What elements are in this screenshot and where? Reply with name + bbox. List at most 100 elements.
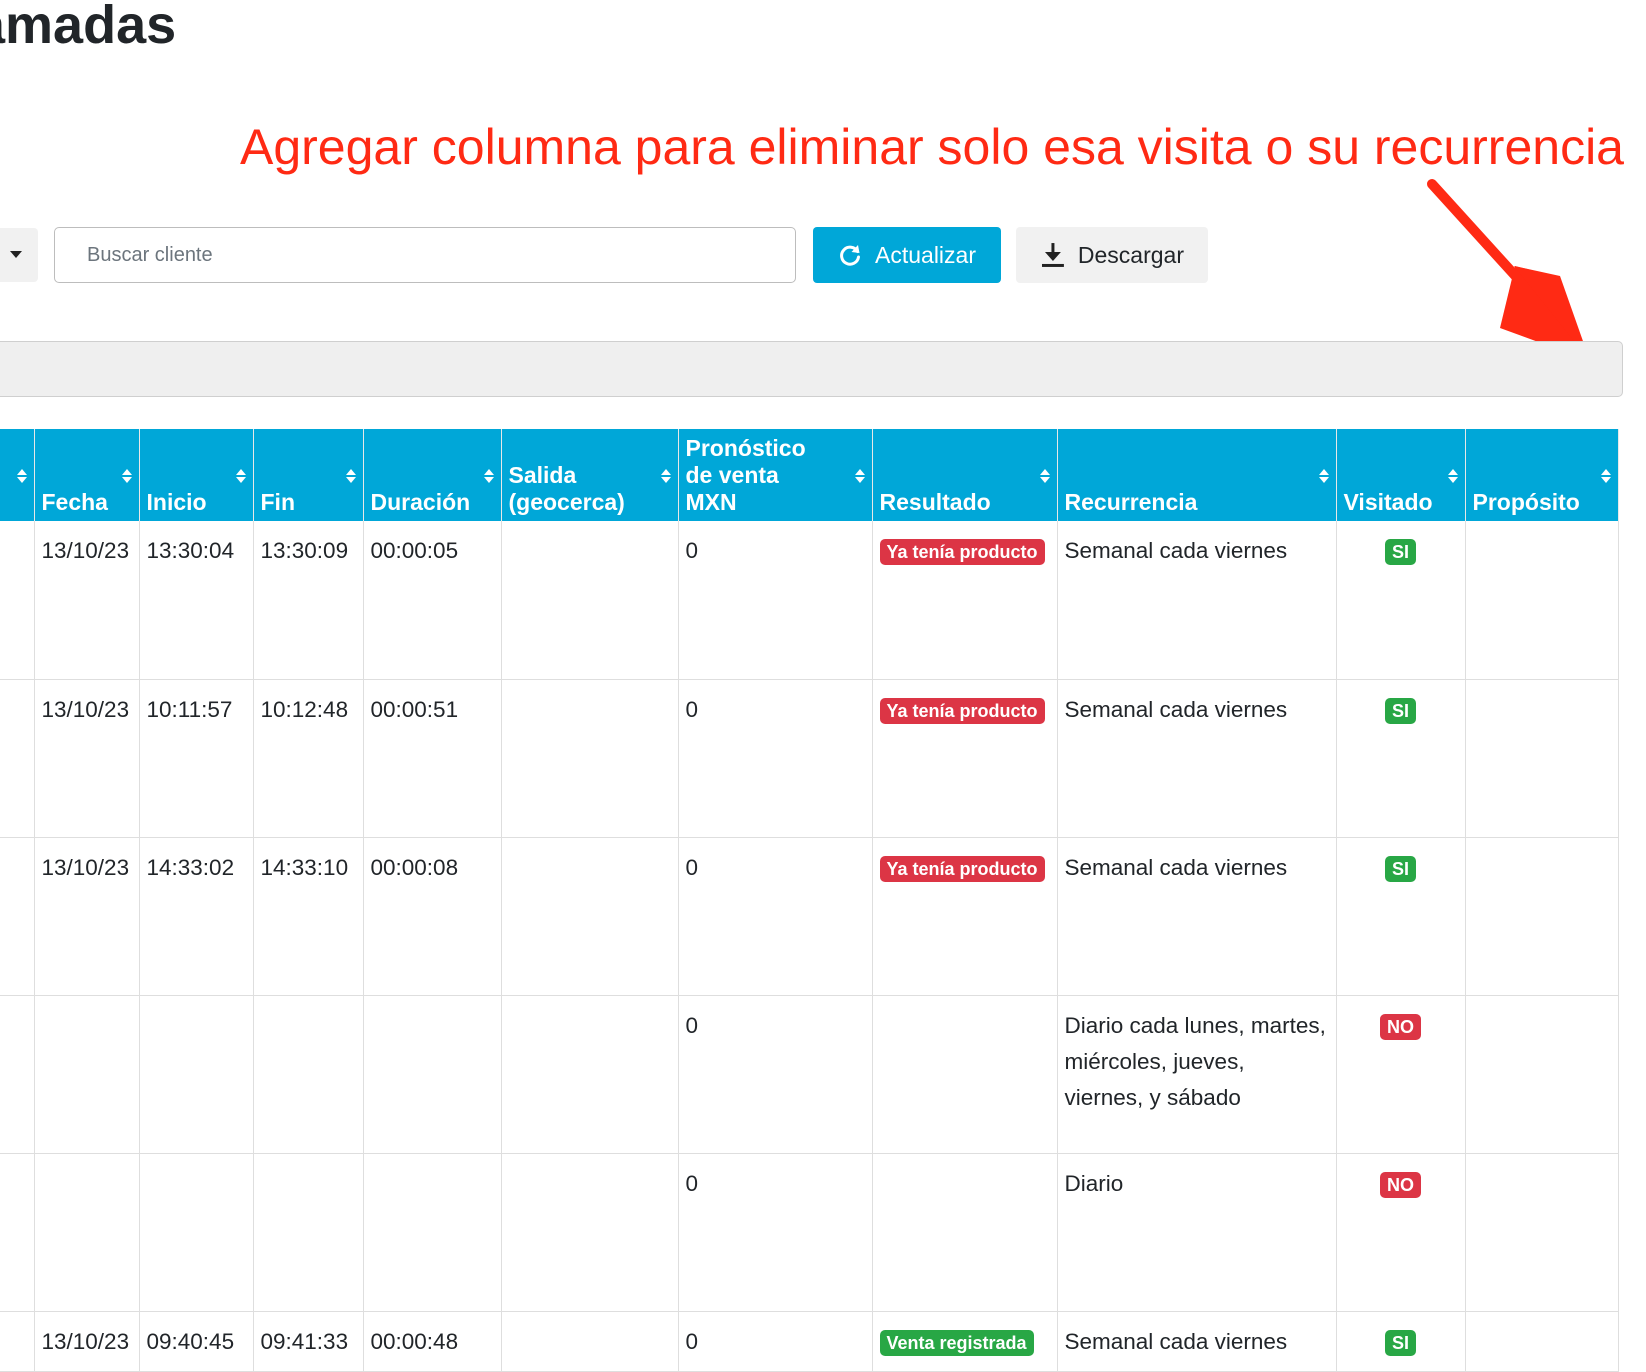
visits-table: Fecha Inicio Fin Duración Salida (geocer… [0,429,1619,1372]
column-header-recurrencia[interactable]: Recurrencia [1057,429,1337,521]
cell-pronostico: 0 [678,521,873,680]
cell-duracion [363,1153,502,1312]
annotation-note: Agregar columna para eliminar solo esa v… [240,119,1624,175]
cell-cliente [0,1153,35,1312]
visited-badge: NO [1380,1013,1421,1040]
annotation-arrow-icon [1427,179,1590,361]
cell-cliente [0,521,35,680]
cell-pronostico: 0 [678,995,873,1154]
column-header-pronostico[interactable]: Pronóstico de venta MXN [678,429,873,521]
cell-inicio: 13:30:04 [139,521,254,680]
cell-recurrencia: Semanal cada viernes [1057,521,1337,680]
sort-icon[interactable] [121,469,132,483]
cell-visitado: SI [1336,1311,1466,1372]
cell-salida [501,995,679,1154]
column-header-visitado[interactable]: Visitado [1336,429,1466,521]
download-button-label: Descargar [1077,241,1184,268]
filter-bar [0,341,1623,397]
cell-proposito [1465,679,1619,838]
download-button[interactable]: Descargar [1016,227,1208,283]
cell-salida [501,521,679,680]
sort-icon[interactable] [483,469,494,483]
cell-fecha: 13/10/23 [34,1311,140,1372]
page-title: ramadas [0,0,177,55]
column-header-duracion[interactable]: Duración [363,429,502,521]
result-badge: Ya tenía producto [879,539,1045,565]
column-header-fin[interactable]: Fin [253,429,364,521]
refresh-button-label: Actualizar [875,241,976,268]
visited-badge: SI [1384,697,1416,724]
cell-duracion: 00:00:51 [363,679,502,838]
cell-duracion: 00:00:08 [363,837,502,996]
result-badge: Ya tenía producto [879,855,1045,882]
cell-recurrencia: Semanal cada viernes [1057,1311,1337,1372]
cell-resultado [872,995,1058,1154]
cell-inicio [139,1153,254,1312]
cell-visitado: NO [1336,1153,1466,1312]
cell-visitado: SI [1336,679,1466,838]
column-header-cliente[interactable] [0,429,35,521]
cell-proposito [1465,1311,1619,1372]
cell-salida [501,1311,679,1372]
sort-icon[interactable] [660,469,671,483]
sort-icon[interactable] [854,469,865,483]
table-header-row: Fecha Inicio Fin Duración Salida (geocer… [0,429,1619,521]
column-header-fecha[interactable]: Fecha [34,429,140,521]
sort-icon[interactable] [1600,469,1611,483]
column-header-resultado[interactable]: Resultado [872,429,1058,521]
cell-pronostico: 0 [678,1153,873,1312]
table-row: 0 Diario NO [0,1153,1619,1312]
cell-recurrencia: Diario cada lunes, martes, miércoles, ju… [1057,995,1337,1154]
cell-fecha: 13/10/23 [34,837,140,996]
visited-badge: SI [1384,1329,1416,1356]
table-row: 13/10/23 13:30:04 13:30:09 00:00:05 0 Ya tení… [0,521,1619,680]
cell-visitado: NO [1336,995,1466,1154]
cell-proposito [1465,837,1619,996]
cell-cliente [0,837,35,996]
cell-pronostico: 0 [678,837,873,996]
cell-fecha [34,1153,140,1312]
cell-recurrencia: Semanal cada viernes [1057,679,1337,838]
download-icon [1041,243,1064,267]
column-header-salida[interactable]: Salida (geocerca) [501,429,679,521]
sort-icon[interactable] [1447,469,1458,483]
table-row: 13/10/23 14:33:02 14:33:10 00:00:08 0 Ya tení… [0,837,1619,996]
sort-icon[interactable] [1318,469,1329,483]
cell-fin: 14:33:10 [253,837,364,996]
visited-badge: NO [1380,1171,1421,1198]
sort-icon[interactable] [1039,469,1050,483]
search-input[interactable] [54,227,796,283]
result-badge: Ya tenía producto [879,697,1045,724]
sort-icon[interactable] [235,469,246,483]
refresh-button[interactable]: Actualizar [813,227,1001,283]
cell-proposito [1465,1153,1619,1312]
table-row: 13/10/23 10:11:57 10:12:48 00:00:51 0 Ya tení… [0,679,1619,838]
table-row: 0 Diario cada lunes, martes, miércoles, j… [0,995,1619,1154]
cell-fin [253,1153,364,1312]
cell-visitado: SI [1336,521,1466,680]
cell-cliente [0,995,35,1154]
column-header-inicio[interactable]: Inicio [139,429,254,521]
cell-resultado: Venta registrada [872,1311,1058,1372]
cell-recurrencia: Semanal cada viernes [1057,837,1337,996]
cell-fin: 13:30:09 [253,521,364,680]
sort-icon[interactable] [345,469,356,483]
cell-salida [501,1153,679,1312]
cell-pronostico: 0 [678,679,873,838]
cell-duracion: 00:00:48 [363,1311,502,1372]
cell-recurrencia: Diario [1057,1153,1337,1312]
cell-inicio: 09:40:45 [139,1311,254,1372]
sort-icon[interactable] [16,469,27,483]
filter-dropdown[interactable] [0,228,38,282]
column-header-proposito[interactable]: Propósito [1465,429,1619,521]
cell-duracion: 00:00:05 [363,521,502,680]
visited-badge: SI [1384,855,1416,882]
cell-inicio: 10:11:57 [139,679,254,838]
cell-proposito [1465,521,1619,680]
cell-salida [501,679,679,838]
cell-cliente [0,1311,35,1372]
chevron-down-icon [10,251,22,258]
cell-inicio: 14:33:02 [139,837,254,996]
table-row: 13/10/23 09:40:45 09:41:33 00:00:48 0 Venta r… [0,1311,1619,1372]
cell-resultado: Ya tenía producto [872,679,1058,838]
